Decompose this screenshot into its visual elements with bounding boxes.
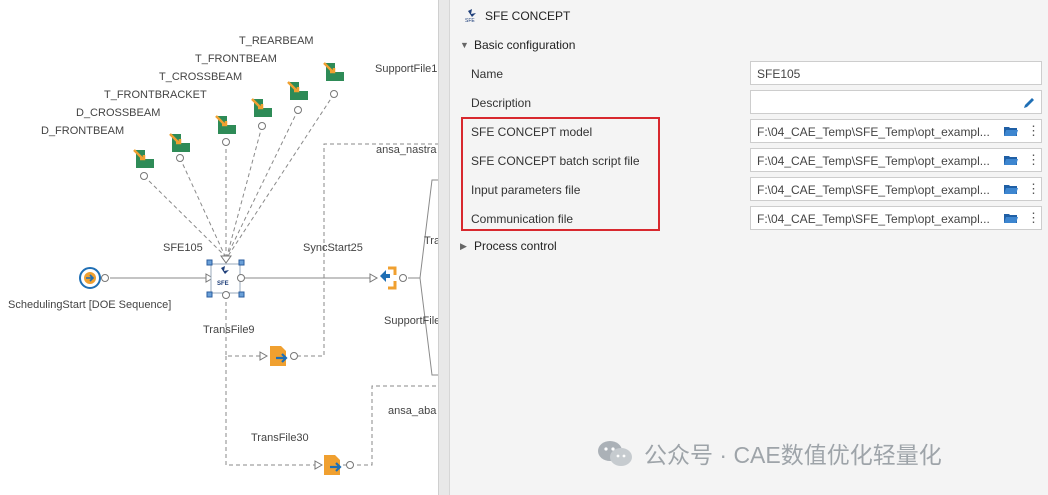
folder-open-icon[interactable] [1003,153,1019,167]
support-node-icon[interactable] [215,115,236,146]
description-label: Description [471,96,532,110]
transfile9-label: TransFile9 [203,324,255,336]
support-node-icon[interactable] [251,98,272,130]
support-node-icon[interactable] [323,62,344,98]
scheduling-start-label: SchedulingStart [DOE Sequence] [8,299,172,311]
support-file-label: SupportFile1 [375,63,438,75]
folder-open-icon[interactable] [1003,124,1019,138]
name-label: Name [471,67,504,81]
support-node-icon[interactable] [133,149,154,180]
batch-script-value: F:\04_CAE_Temp\SFE_Temp\opt_exampl... [757,154,990,168]
sync-start-label: SyncStart25 [303,242,363,254]
input-params-field[interactable]: F:\04_CAE_Temp\SFE_Temp\opt_exampl... ⋮ [750,177,1042,201]
ansa-nastran-label: ansa_nastra [376,144,437,156]
pencil-icon[interactable] [1021,95,1037,111]
trans-file-node[interactable] [324,455,354,475]
chevron-right-icon: ▶ [460,240,467,251]
more-options-icon[interactable]: ⋮ [1027,152,1040,168]
support-node-icon[interactable] [169,133,190,162]
transfile-partial-label: Tra [424,235,438,247]
watermark: 公众号 · CAE数值优化轻量化 [596,436,942,470]
panel-splitter[interactable] [438,0,450,495]
model-value: F:\04_CAE_Temp\SFE_Temp\opt_exampl... [757,125,990,139]
name-field[interactable]: SFE105 [750,61,1042,85]
sfe-logo-icon: SFE [465,8,477,24]
name-value: SFE105 [757,67,801,81]
folder-open-icon[interactable] [1003,182,1019,196]
section-label: Process control [474,239,557,253]
support-file-mid-label: SupportFile [384,315,438,327]
more-options-icon[interactable]: ⋮ [1027,123,1040,139]
sfe-node-label: SFE105 [163,242,203,254]
panel-title: SFE CONCEPT [485,9,571,23]
support-node-label: T_FRONTBRACKET [104,89,207,101]
support-node-label: T_FRONTBEAM [195,53,277,65]
communication-value: F:\04_CAE_Temp\SFE_Temp\opt_exampl... [757,212,990,226]
transfile30-label: TransFile30 [251,432,309,444]
support-node-label: D_FRONTBEAM [41,125,125,137]
ansa-abaqus-label: ansa_aba [388,405,437,417]
support-node-label: D_CROSSBEAM [76,107,161,119]
model-field[interactable]: F:\04_CAE_Temp\SFE_Temp\opt_exampl... ⋮ [750,119,1042,143]
chevron-down-icon: ▼ [460,40,469,50]
description-field[interactable] [750,90,1042,114]
sfe-logo-text: SFE [465,18,475,24]
scheduling-start-node[interactable] [79,267,109,289]
panel-header: SFE SFE CONCEPT [465,8,570,24]
support-file-node[interactable] [380,266,407,290]
watermark-text: 公众号 · CAE数值优化轻量化 [644,442,942,468]
wechat-icon [598,441,632,466]
communication-field[interactable]: F:\04_CAE_Temp\SFE_Temp\opt_exampl... ⋮ [750,206,1042,230]
workflow-canvas[interactable]: T_REARBEAM T_FRONTBEAM T_CROSSBEAM T_FRO… [0,0,438,495]
properties-panel: SFE SFE CONCEPT ▼ Basic configuration Na… [450,0,1048,495]
sfe-logo-icon: SFE [217,281,229,287]
batch-script-field[interactable]: F:\04_CAE_Temp\SFE_Temp\opt_exampl... ⋮ [750,148,1042,172]
input-params-value: F:\04_CAE_Temp\SFE_Temp\opt_exampl... [757,183,990,197]
support-node-label: T_REARBEAM [239,35,314,47]
more-options-icon[interactable]: ⋮ [1027,210,1040,226]
support-node-icon[interactable] [287,81,308,114]
section-process-control[interactable]: ▶ Process control [460,239,557,253]
sfe-node[interactable] [206,259,245,299]
more-options-icon[interactable]: ⋮ [1027,181,1040,197]
highlight-box [461,117,660,231]
section-label: Basic configuration [474,38,576,52]
folder-open-icon[interactable] [1003,211,1019,225]
trans-file-node[interactable] [270,346,298,366]
section-basic-configuration[interactable]: ▼ Basic configuration [460,38,575,52]
support-node-label: T_CROSSBEAM [159,71,243,83]
